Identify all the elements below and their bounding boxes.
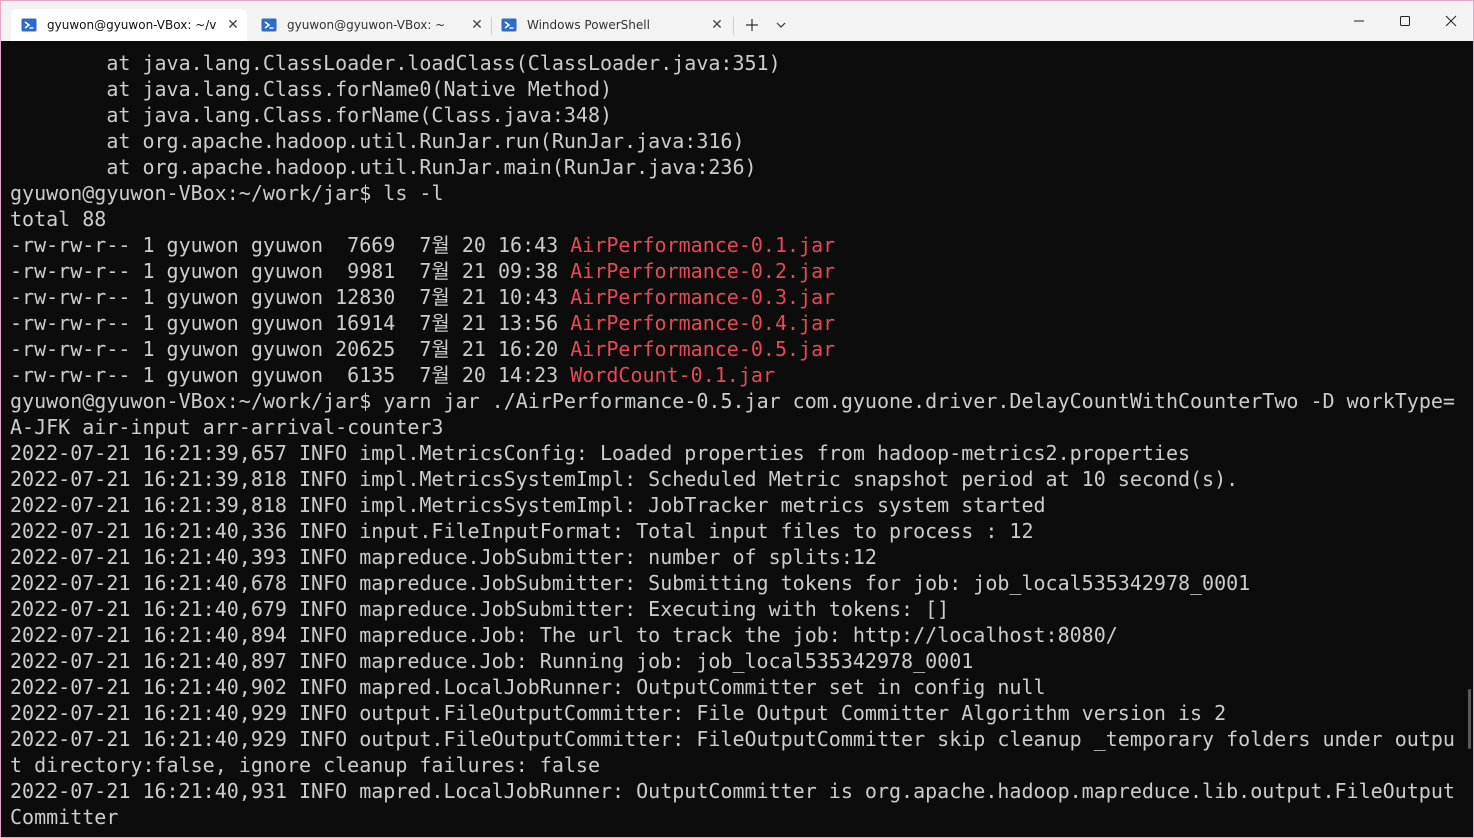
prompt-line: gyuwon@gyuwon-VBox:~/work/jar$ ls -l <box>10 180 444 206</box>
close-icon[interactable]: ✕ <box>463 17 491 33</box>
file-name: WordCount-0.1.jar <box>570 363 775 387</box>
file-meta: -rw-rw-r-- 1 gyuwon gyuwon 7669 7월 20 16… <box>10 233 571 257</box>
ls-row: -rw-rw-r-- 1 gyuwon gyuwon 16914 7월 21 1… <box>10 310 835 336</box>
command-text: ls -l <box>371 181 444 205</box>
tab-1-label: gyuwon@gyuwon-VBox: ~/v <box>47 18 217 32</box>
log-line: 2022-07-21 16:21:39,818 INFO impl.Metric… <box>10 467 1239 491</box>
terminal-line: at java.lang.Class.forName0(Native Metho… <box>10 77 613 101</box>
scrollbar-thumb[interactable] <box>1468 689 1471 749</box>
terminal-line: at java.lang.ClassLoader.loadClass(Class… <box>10 51 781 75</box>
file-name: AirPerformance-0.3.jar <box>570 285 836 309</box>
terminal-line: at org.apache.hadoop.util.RunJar.main(Ru… <box>10 155 757 179</box>
maximize-button[interactable] <box>1382 1 1428 41</box>
powershell-icon <box>21 18 37 32</box>
terminal-line: total 88 <box>10 207 107 231</box>
powershell-icon <box>261 18 277 32</box>
new-tab-button[interactable] <box>739 13 765 37</box>
file-name: AirPerformance-0.2.jar <box>570 259 836 283</box>
chevron-down-icon <box>776 22 786 28</box>
powershell-icon <box>501 18 517 32</box>
log-line: 2022-07-21 16:21:40,679 INFO mapreduce.J… <box>10 597 950 621</box>
close-icon[interactable]: ✕ <box>703 17 731 33</box>
tab-3[interactable]: Windows PowerShell ✕ <box>491 9 731 41</box>
prompt-user: gyuwon@gyuwon-VBox <box>10 389 227 413</box>
log-line: 2022-07-21 16:21:40,678 INFO mapreduce.J… <box>10 571 1251 595</box>
file-name: AirPerformance-0.4.jar <box>570 311 836 335</box>
close-icon <box>1445 15 1457 27</box>
ls-row: -rw-rw-r-- 1 gyuwon gyuwon 12830 7월 21 1… <box>10 284 835 310</box>
log-line: 2022-07-21 16:21:40,897 INFO mapreduce.J… <box>10 649 974 673</box>
tab-1[interactable]: gyuwon@gyuwon-VBox: ~/v ✕ <box>11 9 247 41</box>
terminal-output[interactable]: at java.lang.ClassLoader.loadClass(Class… <box>1 41 1473 837</box>
plus-icon <box>746 19 758 31</box>
log-line: 2022-07-21 16:21:40,929 INFO output.File… <box>10 727 1455 751</box>
log-line: Committer <box>10 805 119 829</box>
tab-separator <box>733 17 734 35</box>
ls-row: -rw-rw-r-- 1 gyuwon gyuwon 20625 7월 21 1… <box>10 336 835 362</box>
file-meta: -rw-rw-r-- 1 gyuwon gyuwon 9981 7월 21 09… <box>10 259 571 283</box>
tab-dropdown-button[interactable] <box>771 13 791 37</box>
terminal-line: at java.lang.Class.forName(Class.java:34… <box>10 103 613 127</box>
log-line: 2022-07-21 16:21:39,657 INFO impl.Metric… <box>10 441 1191 465</box>
prompt-path: :~/work/jar$ <box>226 389 372 413</box>
prompt-user: gyuwon@gyuwon-VBox <box>10 181 227 205</box>
ls-row: -rw-rw-r-- 1 gyuwon gyuwon 9981 7월 21 09… <box>10 258 835 284</box>
tab-3-label: Windows PowerShell <box>527 18 650 32</box>
file-name: AirPerformance-0.1.jar <box>570 233 836 257</box>
log-line: 2022-07-21 16:21:40,902 INFO mapred.Loca… <box>10 675 1046 699</box>
title-bar: gyuwon@gyuwon-VBox: ~/v ✕ gyuwon@gyuwon-… <box>1 1 1473 41</box>
prompt-path: :~/work/jar$ <box>226 181 372 205</box>
terminal-window: gyuwon@gyuwon-VBox: ~/v ✕ gyuwon@gyuwon-… <box>0 0 1474 838</box>
log-line: 2022-07-21 16:21:40,336 INFO input.FileI… <box>10 519 1034 543</box>
log-line: 2022-07-21 16:21:40,931 INFO mapred.Loca… <box>10 779 1455 803</box>
log-line: 2022-07-21 16:21:40,894 INFO mapreduce.J… <box>10 623 1118 647</box>
minimize-button[interactable] <box>1336 1 1382 41</box>
log-line: t directory:false, ignore cleanup failur… <box>10 753 601 777</box>
ls-row: -rw-rw-r-- 1 gyuwon gyuwon 6135 7월 20 14… <box>10 362 775 388</box>
window-close-button[interactable] <box>1428 1 1473 41</box>
tab-2-label: gyuwon@gyuwon-VBox: ~ <box>287 18 446 32</box>
maximize-icon <box>1400 16 1410 26</box>
prompt-line: gyuwon@gyuwon-VBox:~/work/jar$ yarn jar … <box>10 388 1455 414</box>
file-meta: -rw-rw-r-- 1 gyuwon gyuwon 20625 7월 21 1… <box>10 337 571 361</box>
log-line: 2022-07-21 16:21:40,393 INFO mapreduce.J… <box>10 545 877 569</box>
command-text: yarn jar ./AirPerformance-0.5.jar com.gy… <box>371 389 1455 413</box>
file-meta: -rw-rw-r-- 1 gyuwon gyuwon 6135 7월 20 14… <box>10 363 571 387</box>
command-continuation: A-JFK air-input arr-arrival-counter3 <box>10 415 444 439</box>
close-icon[interactable]: ✕ <box>219 17 247 33</box>
ls-row: -rw-rw-r-- 1 gyuwon gyuwon 7669 7월 20 16… <box>10 232 835 258</box>
log-line: 2022-07-21 16:21:39,818 INFO impl.Metric… <box>10 493 1046 517</box>
tab-2[interactable]: gyuwon@gyuwon-VBox: ~ ✕ <box>251 9 491 41</box>
terminal-line: at org.apache.hadoop.util.RunJar.run(Run… <box>10 129 745 153</box>
file-meta: -rw-rw-r-- 1 gyuwon gyuwon 16914 7월 21 1… <box>10 311 571 335</box>
log-line: 2022-07-21 16:21:40,929 INFO output.File… <box>10 701 1227 725</box>
file-meta: -rw-rw-r-- 1 gyuwon gyuwon 12830 7월 21 1… <box>10 285 571 309</box>
file-name: AirPerformance-0.5.jar <box>570 337 836 361</box>
minimize-icon <box>1354 20 1364 22</box>
